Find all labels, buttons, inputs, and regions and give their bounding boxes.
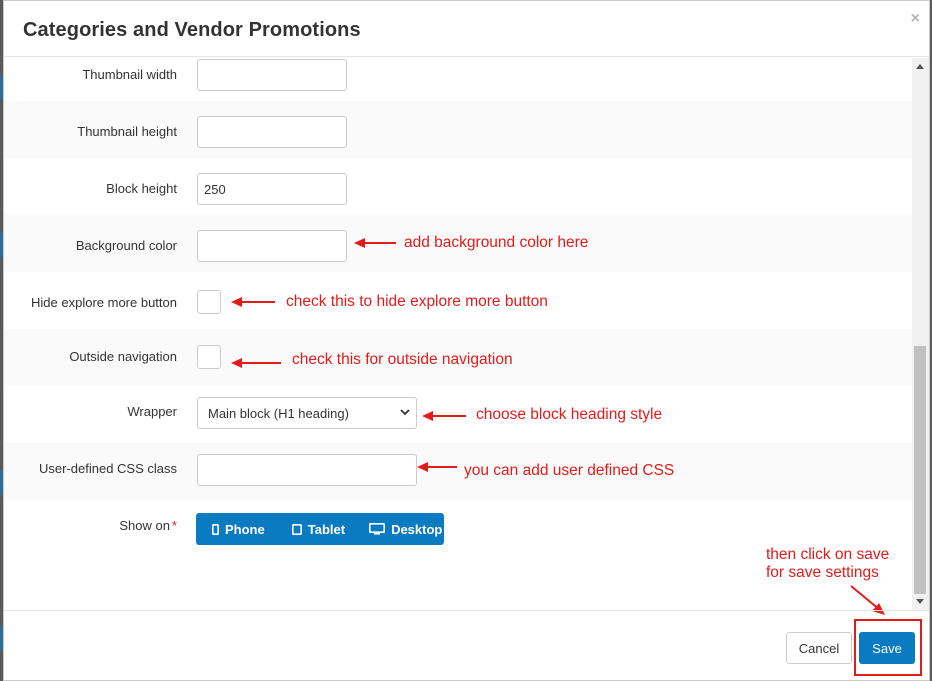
desktop-toggle[interactable]: Desktop: [369, 513, 442, 545]
tablet-toggle[interactable]: Tablet: [291, 513, 346, 545]
scrollbar[interactable]: [912, 58, 929, 610]
show-on-label: Show on *: [119, 518, 177, 533]
hide-explore-checkbox[interactable]: [197, 290, 221, 314]
annotation-save: then click on save for save settings: [766, 546, 889, 582]
form-row-block-height: Block height: [4, 158, 912, 215]
dialog-body: Thumbnail width Thumbnail height Block h…: [4, 58, 929, 610]
close-icon[interactable]: ×: [911, 11, 920, 27]
cancel-button[interactable]: Cancel: [786, 632, 852, 664]
annotation-wrapper: choose block heading style: [476, 406, 663, 423]
scroll-down-arrow-icon[interactable]: [916, 599, 924, 604]
form-row-thumbnail-height: Thumbnail height: [4, 101, 912, 158]
annotation-background-color: add background color here: [404, 234, 589, 251]
block-height-input[interactable]: [197, 173, 347, 205]
phone-toggle[interactable]: Phone: [212, 513, 265, 545]
phone-toggle-label: Phone: [225, 521, 265, 537]
settings-dialog: Categories and Vendor Promotions × Thumb…: [3, 0, 930, 681]
dialog-footer: Cancel Save: [4, 610, 929, 681]
background-color-input[interactable]: [197, 230, 347, 262]
outside-navigation-label: Outside navigation: [69, 349, 177, 364]
scroll-up-arrow-icon[interactable]: [916, 64, 924, 69]
tablet-toggle-label: Tablet: [307, 521, 346, 537]
thumbnail-width-label: Thumbnail width: [82, 67, 177, 82]
annotation-hide-explore: check this to hide explore more button: [286, 293, 548, 310]
wrapper-selected-value: Main block (H1 heading): [208, 406, 349, 421]
outside-navigation-checkbox[interactable]: [197, 345, 221, 369]
desktop-icon: [369, 523, 386, 535]
annotation-arrow-icon: [231, 297, 275, 307]
show-on-label-text: Show on: [119, 518, 170, 533]
thumbnail-height-label: Thumbnail height: [77, 124, 177, 139]
annotation-outside-navigation: check this for outside navigation: [292, 351, 513, 368]
phone-icon: [212, 523, 219, 535]
required-marker: *: [171, 518, 177, 533]
thumbnail-height-input[interactable]: [197, 116, 347, 148]
hide-explore-label: Hide explore more button: [31, 295, 177, 310]
css-class-label: User-defined CSS class: [39, 461, 177, 476]
css-class-input[interactable]: [197, 454, 417, 486]
annotation-arrow-icon: [354, 238, 396, 248]
thumbnail-width-input[interactable]: [197, 59, 347, 91]
dialog-title: Categories and Vendor Promotions: [23, 19, 361, 41]
wrapper-label: Wrapper: [127, 404, 177, 419]
device-toggle-group: Phone Tablet Desktop: [196, 513, 444, 545]
wrapper-select[interactable]: Main block (H1 heading): [197, 397, 417, 429]
desktop-toggle-label: Desktop: [391, 521, 443, 537]
annotation-save-line1: then click on save: [766, 546, 890, 563]
scroll-thumb[interactable]: [914, 346, 926, 594]
tablet-icon: [291, 523, 302, 535]
annotation-arrow-icon: [231, 358, 281, 368]
block-height-label: Block height: [106, 181, 177, 196]
annotation-save-line2: for save settings: [766, 564, 879, 581]
dialog-header: Categories and Vendor Promotions ×: [4, 1, 929, 57]
annotation-css-class: you can add user defined CSS: [464, 462, 675, 479]
annotation-arrow-icon: [417, 462, 457, 472]
background-color-label: Background color: [75, 238, 177, 253]
form-row-thumbnail-width: Thumbnail width: [4, 58, 912, 101]
chevron-down-icon: [400, 409, 410, 416]
annotation-arrow-icon: [422, 411, 466, 421]
save-button[interactable]: Save: [859, 632, 915, 664]
